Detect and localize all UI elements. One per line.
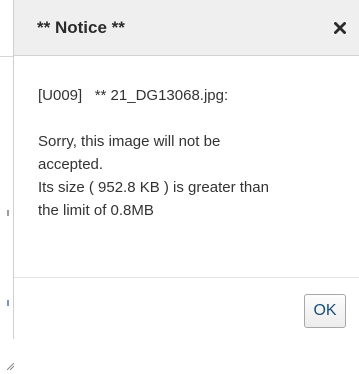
message-line: Its size ( 952.8 KB ) is greater than xyxy=(38,179,269,196)
background-tick xyxy=(7,210,9,216)
background-tick xyxy=(7,300,9,306)
background-edge-top xyxy=(0,56,13,57)
resize-grip-icon[interactable] xyxy=(7,363,14,370)
file-line: [U009] ** 21_DG13068.jpg: xyxy=(38,84,338,107)
message-line: accepted. xyxy=(38,156,104,173)
close-button[interactable] xyxy=(321,0,359,56)
message-line: the limit of 0.8MB xyxy=(38,202,154,219)
dialog-header: ** Notice ** xyxy=(14,0,359,56)
message-line: Sorry, this image will not be xyxy=(38,133,221,150)
error-code: [U009] xyxy=(38,87,83,104)
dialog-body: [U009] ** 21_DG13068.jpg: Sorry, this im… xyxy=(38,84,338,222)
dialog-title: ** Notice ** xyxy=(37,18,125,37)
notice-dialog: ** Notice ** [U009] ** 21_DG13068.jpg: S… xyxy=(13,0,359,339)
close-icon xyxy=(334,22,346,34)
page: ** Notice ** [U009] ** 21_DG13068.jpg: S… xyxy=(0,0,359,374)
file-name: ** 21_DG13068.jpg: xyxy=(94,87,229,104)
dialog-footer: OK xyxy=(14,277,359,339)
ok-button[interactable]: OK xyxy=(304,294,346,328)
